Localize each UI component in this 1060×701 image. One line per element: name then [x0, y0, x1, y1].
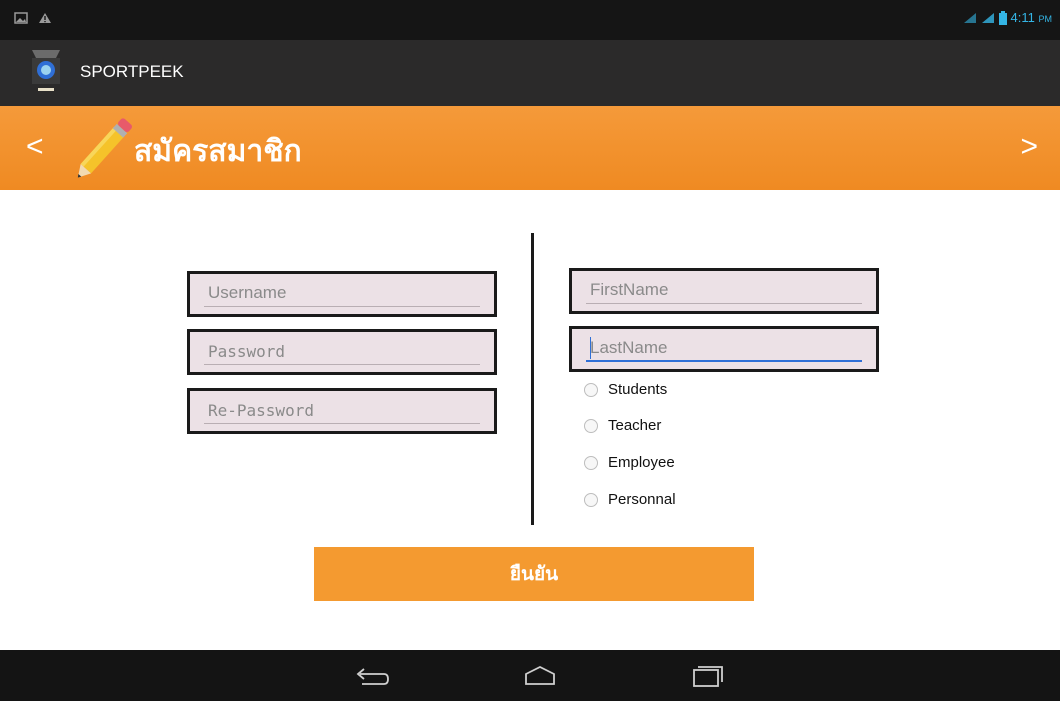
page-header: < สมัครสมาชิก >	[0, 106, 1060, 190]
radio-label: Students	[608, 381, 668, 398]
password-field[interactable]: Password	[187, 329, 497, 375]
radio-circle[interactable]	[584, 492, 598, 507]
password-placeholder: Password	[208, 342, 286, 361]
action-bar: SPORTPEEK	[0, 40, 1060, 106]
pencil-icon	[77, 118, 132, 178]
previous-button[interactable]: <	[26, 130, 44, 164]
page-title: สมัครสมาชิก	[134, 134, 302, 169]
radio-circle[interactable]	[584, 418, 598, 433]
radio-teacher[interactable]: Teacher	[584, 417, 661, 434]
radio-label: Personnal	[608, 491, 676, 508]
clock: 4:11 PM	[1010, 10, 1052, 25]
radio-students[interactable]: Students	[584, 381, 667, 398]
repassword-placeholder: Re-Password	[208, 401, 314, 420]
firstname-field[interactable]: FirstName	[569, 268, 879, 314]
radio-circle[interactable]	[584, 382, 598, 397]
username-field[interactable]: Username	[187, 271, 497, 317]
battery-icon	[998, 10, 1007, 25]
system-navigation-bar	[0, 650, 1060, 701]
status-bar: 4:11 PM	[0, 0, 1060, 40]
back-icon[interactable]	[352, 664, 392, 688]
signal-icon	[981, 12, 994, 23]
recents-icon[interactable]	[688, 664, 728, 688]
app-title: SPORTPEEK	[80, 62, 184, 81]
firstname-placeholder: FirstName	[590, 280, 669, 299]
radio-label: Employee	[608, 454, 675, 471]
lastname-field[interactable]: LastName	[569, 326, 879, 372]
repassword-field[interactable]: Re-Password	[187, 388, 497, 434]
submit-button[interactable]: ยืนยัน	[314, 547, 754, 601]
radio-personnal[interactable]: Personnal	[584, 491, 676, 508]
username-placeholder: Username	[208, 283, 287, 302]
column-divider	[531, 233, 534, 525]
lastname-placeholder: LastName	[590, 338, 668, 357]
radio-circle[interactable]	[584, 455, 598, 470]
radio-employee[interactable]: Employee	[584, 454, 675, 471]
warning-icon	[39, 13, 51, 23]
radio-label: Teacher	[608, 417, 662, 434]
next-button[interactable]: >	[1020, 130, 1038, 164]
app-logo-icon[interactable]	[26, 48, 66, 96]
home-icon[interactable]	[520, 664, 560, 688]
signal-icon	[963, 12, 976, 23]
gallery-icon	[14, 12, 28, 24]
